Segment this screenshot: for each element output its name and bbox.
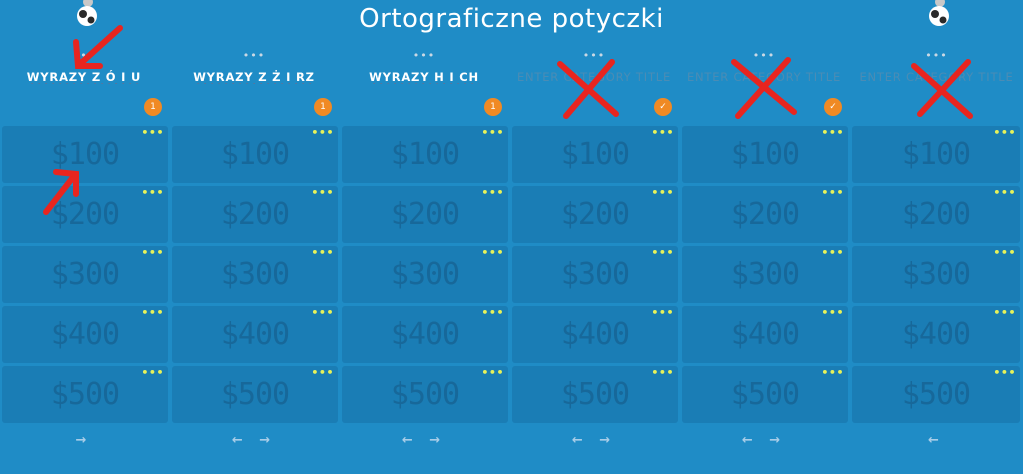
count-badge: 1 (314, 98, 332, 116)
tile-menu-icon[interactable]: ••• (993, 366, 1016, 380)
tile-menu-icon[interactable]: ••• (141, 126, 164, 140)
clue-tile[interactable]: $300 ••• (342, 246, 508, 303)
tile-menu-icon[interactable]: ••• (651, 126, 674, 140)
clue-tile[interactable]: $200 ••• (342, 186, 508, 243)
category-column: ••• ENTER CATEGORY TITLE $100 ••• $200 •••… (850, 0, 1023, 474)
tile-menu-icon[interactable]: ••• (481, 126, 504, 140)
tile-menu-icon[interactable]: ••• (311, 186, 334, 200)
tile-menu-icon[interactable]: ••• (141, 186, 164, 200)
clue-tile[interactable]: $200 ••• (512, 186, 678, 243)
tile-menu-icon[interactable]: ••• (993, 186, 1016, 200)
column-menu-icon[interactable]: ••• (170, 50, 338, 61)
category-title[interactable]: WYRAZY Z Ó I U (0, 70, 168, 84)
tile-menu-icon[interactable]: ••• (651, 186, 674, 200)
clue-tile[interactable]: $100 ••• (682, 126, 848, 183)
move-arrows-icon[interactable]: → (0, 433, 168, 448)
clue-tile[interactable]: $100 ••• (342, 126, 508, 183)
category-column: ••• WYRAZY Z Ż I RZ 1 $100 ••• $200 ••• $3… (170, 0, 338, 474)
check-badge: ✓ (824, 98, 842, 116)
category-title[interactable]: WYRAZY H I CH (340, 70, 508, 84)
tile-menu-icon[interactable]: ••• (481, 366, 504, 380)
clue-tile[interactable]: $100 ••• (512, 126, 678, 183)
column-menu-icon[interactable]: ••• (0, 50, 168, 61)
tile-menu-icon[interactable]: ••• (481, 246, 504, 260)
clue-tile[interactable]: $100 ••• (2, 126, 168, 183)
category-title-text: WYRAZY Z Ż I RZ (193, 70, 315, 84)
clue-tile[interactable]: $400 ••• (342, 306, 508, 363)
tile-menu-icon[interactable]: ••• (821, 126, 844, 140)
move-arrows-icon[interactable]: ← → (510, 433, 678, 448)
clue-tile[interactable]: $400 ••• (682, 306, 848, 363)
clue-tile[interactable]: $300 ••• (512, 246, 678, 303)
count-badge: 1 (144, 98, 162, 116)
tile-menu-icon[interactable]: ••• (141, 306, 164, 320)
column-menu-icon[interactable]: ••• (680, 50, 848, 61)
clue-tile[interactable]: $300 ••• (682, 246, 848, 303)
clue-tile[interactable]: $300 ••• (852, 246, 1020, 303)
tile-menu-icon[interactable]: ••• (141, 366, 164, 380)
move-arrows-icon[interactable]: ← → (680, 433, 848, 448)
clue-tile[interactable]: $300 ••• (2, 246, 168, 303)
category-column: ••• ENTER CATEGORY TITLE ✓ $100 ••• $200 •… (510, 0, 678, 474)
check-badge: ✓ (654, 98, 672, 116)
tile-menu-icon[interactable]: ••• (141, 246, 164, 260)
category-title[interactable]: ENTER CATEGORY TITLE (680, 70, 848, 84)
tile-menu-icon[interactable]: ••• (993, 126, 1016, 140)
clue-tile[interactable]: $300 ••• (172, 246, 338, 303)
move-arrows-icon[interactable]: ← → (170, 433, 338, 448)
clue-tile[interactable]: $200 ••• (682, 186, 848, 243)
tile-menu-icon[interactable]: ••• (821, 366, 844, 380)
category-title[interactable]: ENTER CATEGORY TITLE (850, 70, 1023, 84)
category-title-text: WYRAZY Z Ó I U (26, 70, 142, 84)
column-menu-icon[interactable]: ••• (340, 50, 508, 61)
clue-tile[interactable]: $500 ••• (852, 366, 1020, 423)
category-title-text: WYRAZY H I CH (369, 70, 479, 84)
clue-tile[interactable]: $500 ••• (172, 366, 338, 423)
tile-menu-icon[interactable]: ••• (821, 186, 844, 200)
clue-tile[interactable]: $200 ••• (852, 186, 1020, 243)
clue-tile[interactable]: $400 ••• (2, 306, 168, 363)
category-title[interactable]: ENTER CATEGORY TITLE (510, 70, 678, 84)
tile-menu-icon[interactable]: ••• (993, 306, 1016, 320)
tile-menu-icon[interactable]: ••• (651, 246, 674, 260)
category-column: ••• WYRAZY H I CH 1 $100 ••• $200 ••• $300… (340, 0, 508, 474)
count-badge: 1 (484, 98, 502, 116)
clue-tile[interactable]: $400 ••• (512, 306, 678, 363)
clue-tile[interactable]: $400 ••• (852, 306, 1020, 363)
tile-menu-icon[interactable]: ••• (821, 306, 844, 320)
tile-menu-icon[interactable]: ••• (651, 306, 674, 320)
move-arrows-icon[interactable]: ← (850, 433, 1023, 448)
tile-menu-icon[interactable]: ••• (311, 306, 334, 320)
clue-tile[interactable]: $500 ••• (512, 366, 678, 423)
category-column: ••• WYRAZY Z Ó I U 1 $100 ••• $200 ••• $30… (0, 0, 168, 474)
clue-tile[interactable]: $100 ••• (172, 126, 338, 183)
category-title[interactable]: WYRAZY Z Ż I RZ (170, 70, 338, 84)
clue-tile[interactable]: $500 ••• (682, 366, 848, 423)
tile-menu-icon[interactable]: ••• (481, 186, 504, 200)
tile-menu-icon[interactable]: ••• (651, 366, 674, 380)
clue-tile[interactable]: $500 ••• (2, 366, 168, 423)
clue-tile[interactable]: $200 ••• (172, 186, 338, 243)
tile-menu-icon[interactable]: ••• (311, 126, 334, 140)
clue-tile[interactable]: $200 ••• (2, 186, 168, 243)
clue-tile[interactable]: $400 ••• (172, 306, 338, 363)
clue-tile[interactable]: $100 ••• (852, 126, 1020, 183)
tile-menu-icon[interactable]: ••• (311, 246, 334, 260)
move-arrows-icon[interactable]: ← → (340, 433, 508, 448)
column-menu-icon[interactable]: ••• (510, 50, 678, 61)
clue-tile[interactable]: $500 ••• (342, 366, 508, 423)
tile-menu-icon[interactable]: ••• (481, 306, 504, 320)
column-menu-icon[interactable]: ••• (850, 50, 1023, 61)
tile-menu-icon[interactable]: ••• (311, 366, 334, 380)
tile-menu-icon[interactable]: ••• (821, 246, 844, 260)
tile-menu-icon[interactable]: ••• (993, 246, 1016, 260)
category-column: ••• ENTER CATEGORY TITLE ✓ $100 ••• $200 •… (680, 0, 848, 474)
